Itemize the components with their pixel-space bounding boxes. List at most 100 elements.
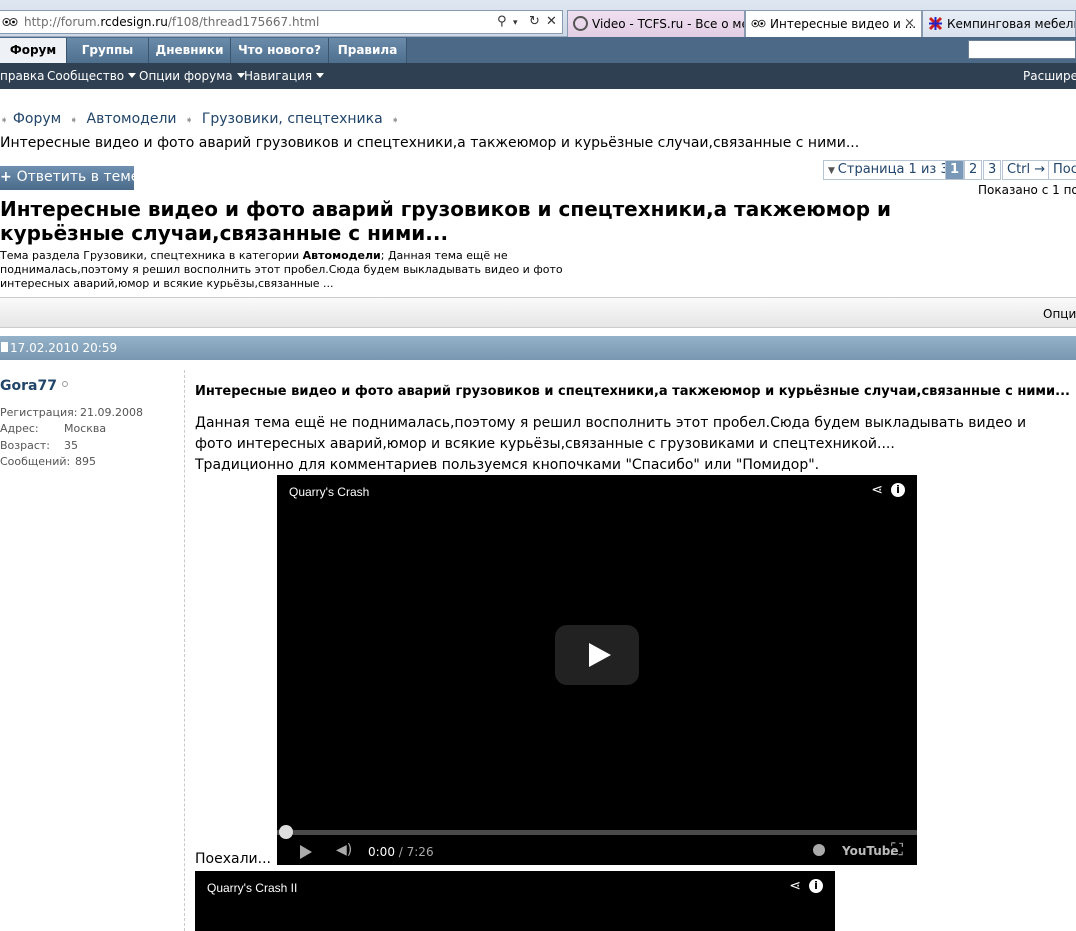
close-tab-icon[interactable]: × xyxy=(904,16,915,31)
page-1-link[interactable]: 1 xyxy=(945,160,965,180)
tab-diaries[interactable]: Дневники xyxy=(149,38,231,63)
post-title: Интересные видео и фото аварий грузовико… xyxy=(195,384,1070,399)
user-field-value: 35 xyxy=(64,439,78,452)
breadcrumb-current: Интересные видео и фото аварий грузовико… xyxy=(0,135,860,151)
tab-label: Video - TCFS.ru - Все о ме... xyxy=(592,17,745,31)
subnav-label: Опции форума xyxy=(139,69,233,83)
user-field-value: Москва xyxy=(64,422,107,435)
desc-category: Автомодели xyxy=(302,249,381,262)
caret-down-icon: ▼ xyxy=(828,166,838,176)
breadcrumb-link-forum[interactable]: Форум xyxy=(13,111,61,127)
browser-tab-video[interactable]: Video - TCFS.ru - Все о ме... xyxy=(567,10,745,37)
address-bar[interactable]: http://forum.rcdesign.ru/f108/thread1756… xyxy=(0,10,563,34)
post-date: 17.02.2010 20:59 xyxy=(10,341,118,355)
subnav-label: Сообщество xyxy=(47,69,125,83)
browser-tab-camping[interactable]: Кемпинговая мебель xyxy=(922,10,1076,37)
dropdown-icon[interactable]: ▾ xyxy=(513,18,518,28)
username-link[interactable]: Gora77 xyxy=(0,378,68,394)
stop-icon[interactable]: ✕ xyxy=(546,14,557,29)
video-title[interactable]: Quarry's Crash xyxy=(289,485,369,499)
forum-navbar: Форум Группы Дневники Что нового? Правил… xyxy=(0,37,1076,63)
refresh-icon[interactable]: ↻ xyxy=(529,14,540,29)
tab-label: Интересные видео и ... xyxy=(770,17,917,31)
video-top-icons: ⋖ i xyxy=(871,482,905,498)
last-page-link[interactable]: Посл xyxy=(1048,160,1076,180)
tab-forum[interactable]: Форум xyxy=(0,38,67,63)
info-icon[interactable]: i xyxy=(891,483,905,497)
favicon-star-icon xyxy=(928,16,943,31)
video-top-icons: ⋖ i xyxy=(789,878,823,894)
plus-icon: + xyxy=(0,169,17,185)
subnav-item-forum-options[interactable]: Опции форума xyxy=(139,69,245,83)
share-icon[interactable]: ⋖ xyxy=(871,482,883,498)
page-2-link[interactable]: 2 xyxy=(964,160,983,180)
watch-later-icon[interactable] xyxy=(813,844,825,856)
breadcrumb-link-automodels[interactable]: Автомодели xyxy=(87,111,177,127)
shown-range: Показано с 1 по xyxy=(978,183,1076,197)
tab-groups[interactable]: Группы xyxy=(67,38,149,63)
video-controls: ◀) 0:00 / 7:26 YouTube ⛶ xyxy=(277,837,917,865)
address-url[interactable]: http://forum.rcdesign.ru/f108/thread1756… xyxy=(24,15,319,29)
play-button[interactable] xyxy=(555,625,639,685)
reply-label: Ответить в теме xyxy=(16,169,140,185)
loading-icon xyxy=(573,16,588,31)
user-field-label: Сообщений: xyxy=(0,455,71,468)
subnav-item-community[interactable]: Сообщество xyxy=(47,69,137,83)
post-paragraph: Данная тема ещё не поднималась,поэтому я… xyxy=(195,415,1027,452)
post-text-go: Поехали... xyxy=(195,851,271,867)
info-icon[interactable]: i xyxy=(809,879,823,893)
offline-status-icon xyxy=(61,381,68,387)
volume-icon[interactable]: ◀) xyxy=(336,842,352,858)
thread-options-button[interactable]: Опции xyxy=(1043,307,1076,321)
post-paragraph: Традиционно для комментариев пользуемся … xyxy=(195,457,820,473)
browser-chrome: http://forum.rcdesign.ru/f108/thread1756… xyxy=(0,0,1076,37)
post-text: Данная тема ещё не поднималась,поэтому я… xyxy=(195,413,1065,476)
browser-tab-forum[interactable]: Интересные видео и ... × xyxy=(745,10,922,37)
fullscreen-icon[interactable]: ⛶ xyxy=(891,840,903,860)
thread-title: Интересные видео и фото аварий грузовико… xyxy=(0,197,892,245)
video-title[interactable]: Quarry's Crash II xyxy=(207,881,297,895)
thread-options-bar: Опции xyxy=(0,297,1076,328)
caret-down-icon xyxy=(316,73,325,78)
subnav-item-navigation[interactable]: Навигация xyxy=(244,69,325,83)
page-3-link[interactable]: 3 xyxy=(983,160,1002,180)
play-icon xyxy=(589,643,611,667)
sub-navbar: правка Сообщество Опции форума Навигация… xyxy=(0,63,1076,89)
page-jump-dropdown[interactable]: ▼ Страница 1 из 3 xyxy=(823,160,954,180)
document-icon xyxy=(1,342,8,352)
user-field-label: Адрес: xyxy=(0,422,39,435)
reply-button[interactable]: + Ответить в теме xyxy=(0,166,139,190)
breadcrumb: ➧ Форум ➧ Автомодели ➧ Грузовики, спецте… xyxy=(0,111,404,127)
search-icon[interactable]: ⚲ xyxy=(497,14,507,29)
play-small-icon[interactable] xyxy=(300,845,312,859)
desc-prefix: Тема раздела Грузовики, спецтехника в ка… xyxy=(0,249,303,262)
youtube-video-player-2[interactable]: Quarry's Crash II ⋖ i xyxy=(195,871,835,931)
forum-search-input[interactable] xyxy=(968,40,1076,59)
caret-down-icon xyxy=(128,73,137,78)
thread-description: Тема раздела Грузовики, спецтехника в ка… xyxy=(0,249,625,291)
tab-rules[interactable]: Правила xyxy=(329,38,407,63)
video-progress-bar[interactable] xyxy=(277,830,917,835)
share-icon[interactable]: ⋖ xyxy=(789,878,801,894)
favicon-owl-icon xyxy=(2,18,18,26)
breadcrumb-arrow-icon: ➧ xyxy=(69,115,79,126)
video-time: 0:00 / 7:26 xyxy=(368,845,434,859)
username-text: Gora77 xyxy=(0,378,57,394)
user-field-label: Возраст: xyxy=(0,439,51,452)
youtube-video-player[interactable]: Quarry's Crash ⋖ i ◀) 0:00 / 7:26 YouTube… xyxy=(277,475,917,865)
breadcrumb-arrow-icon: ➧ xyxy=(391,115,400,126)
tab-whats-new[interactable]: Что нового? xyxy=(231,38,329,63)
tab-label: Кемпинговая мебель xyxy=(947,17,1076,31)
subnav-label: Навигация xyxy=(244,69,313,83)
next-page-link[interactable]: Ctrl → xyxy=(1002,160,1051,180)
post-header: 17.02.2010 20:59 xyxy=(0,336,1076,360)
user-field-label: Регистрация: xyxy=(0,406,78,419)
subnav-item-help[interactable]: правка xyxy=(0,69,45,83)
user-field-value: 21.09.2008 xyxy=(80,406,143,419)
user-field-value: 895 xyxy=(75,455,96,468)
post-body: Интересные видео и фото аварий грузовико… xyxy=(195,384,1070,476)
favicon-owl-icon xyxy=(751,19,766,28)
subnav-advanced-search[interactable]: Расширен xyxy=(1023,69,1076,83)
breadcrumb-link-trucks[interactable]: Грузовики, спецтехника xyxy=(202,111,383,127)
breadcrumb-arrow-icon: ➧ xyxy=(184,115,194,126)
